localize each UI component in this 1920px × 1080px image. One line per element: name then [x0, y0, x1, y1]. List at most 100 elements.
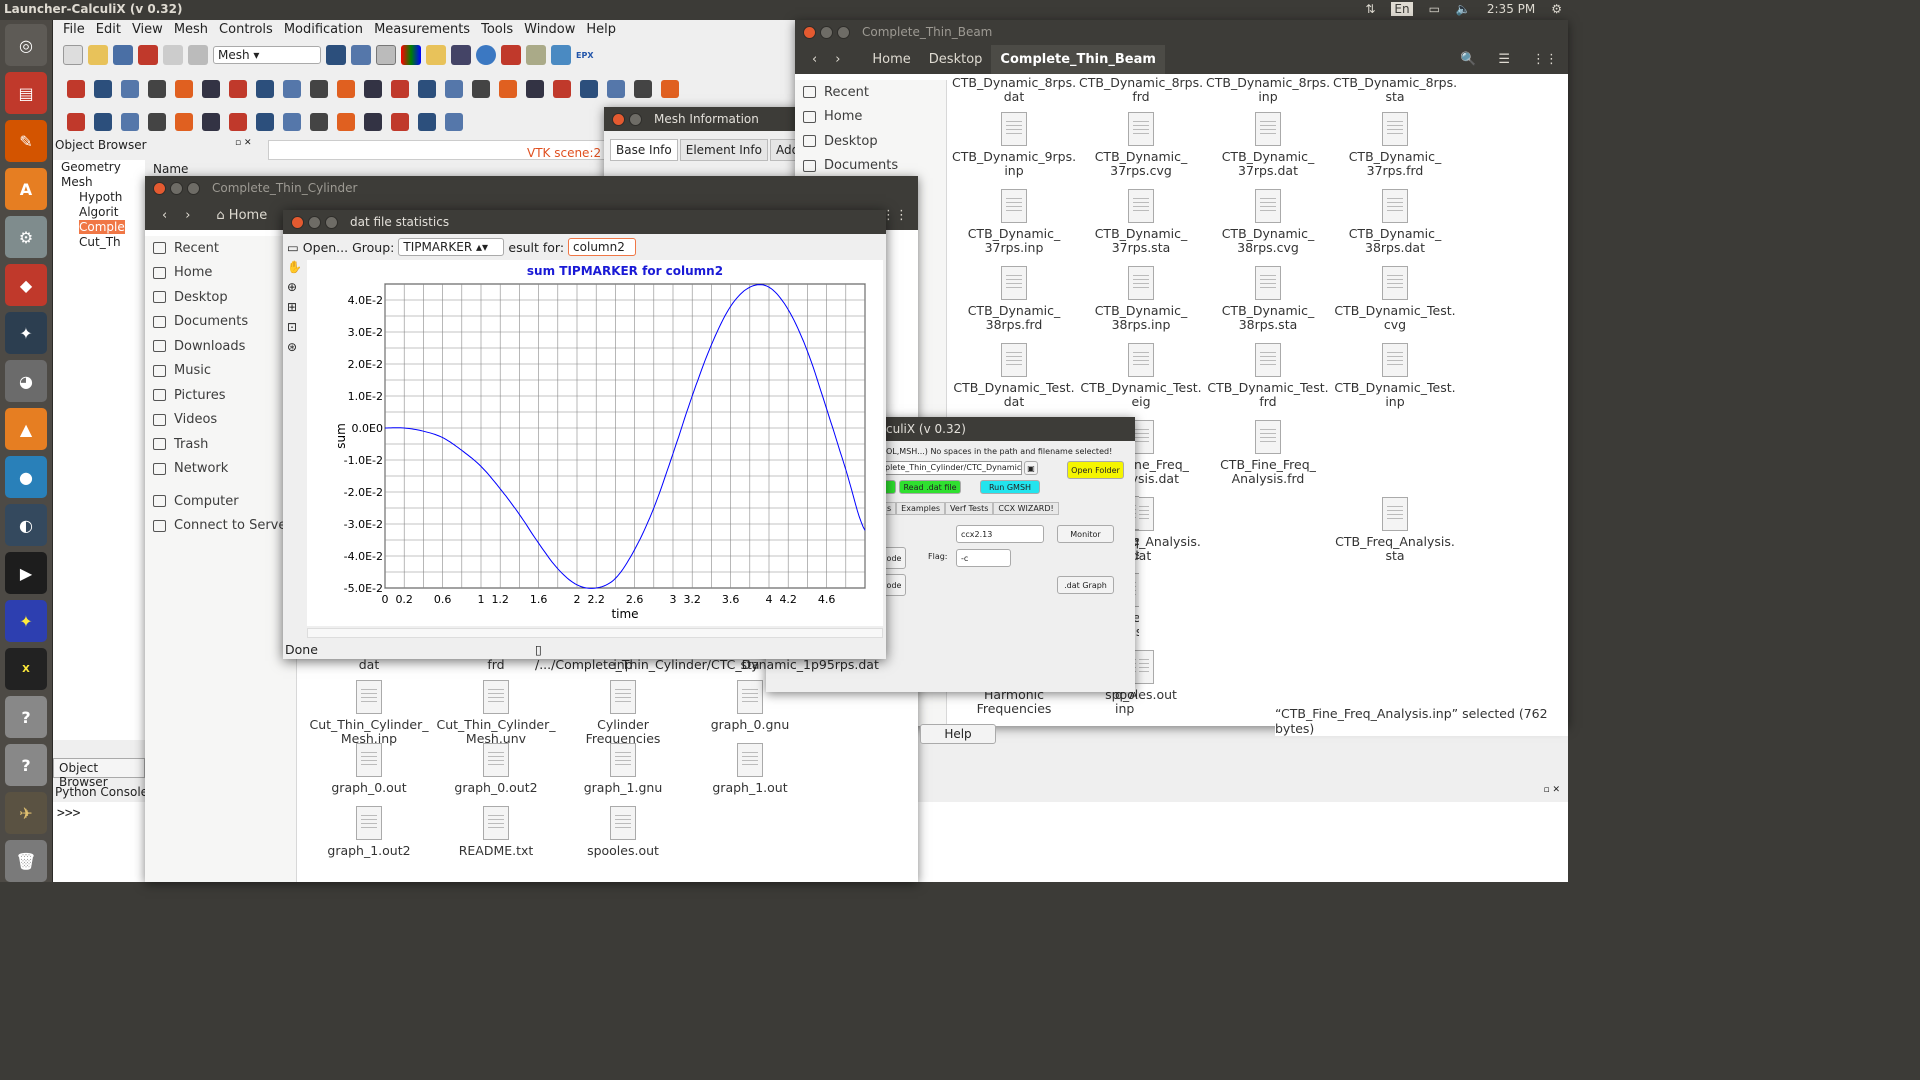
file-item[interactable]: CTB_Dynamic_ 37rps.cvg — [1079, 112, 1203, 178]
mesh-tool-icon[interactable] — [175, 80, 193, 98]
run-gmsh-button[interactable]: Run GMSH — [980, 480, 1040, 494]
vlc-icon[interactable]: ▲ — [5, 408, 47, 450]
file-item[interactable]: Cut_Thin_Cylinder_ Mesh.unv — [434, 680, 558, 746]
file-item[interactable]: CTB_Dynamic_8rps. inp — [1206, 76, 1330, 104]
gimp-icon[interactable]: ◕ — [5, 360, 47, 402]
minimize-icon[interactable] — [820, 25, 833, 39]
sidebar-item-connect-to-server[interactable]: Connect to Server — [145, 514, 296, 539]
close-icon[interactable] — [612, 112, 625, 126]
text-editor-icon[interactable]: ✎ — [5, 120, 47, 162]
result-select[interactable]: column2 — [568, 238, 637, 256]
sidebar-item-music[interactable]: Music — [145, 359, 296, 384]
file-item[interactable]: CTB_Dynamic_ 37rps.frd — [1333, 112, 1457, 178]
mesh-tool-icon[interactable] — [175, 113, 193, 131]
grid-view-icon[interactable]: ⋮⋮ — [1532, 52, 1558, 67]
paste-icon[interactable] — [188, 45, 208, 65]
mesh-tool-icon[interactable] — [121, 80, 139, 98]
yacs-icon[interactable] — [426, 45, 446, 65]
reset-zoom-icon[interactable]: ⊛ — [287, 340, 305, 354]
jobmanager-icon[interactable] — [451, 45, 471, 65]
back-icon[interactable]: ‹ — [153, 201, 176, 230]
language-indicator[interactable]: En — [1391, 2, 1413, 16]
mesh-tool-icon[interactable] — [661, 80, 679, 98]
open-button[interactable]: ▭ Open... — [287, 240, 348, 255]
breadcrumb-home[interactable]: ⌂ Home — [207, 201, 276, 230]
eclipse-icon[interactable]: ◐ — [5, 504, 47, 546]
file-item[interactable]: CTB_Dynamic_ 37rps.sta — [1079, 189, 1203, 255]
read-dat-button[interactable]: Read .dat file — [899, 480, 961, 494]
menu-mesh[interactable]: Mesh — [172, 20, 217, 40]
calculix-icon[interactable]: ✈ — [5, 792, 47, 834]
flag-select[interactable]: -c — [956, 549, 1011, 567]
file-item[interactable]: CTB_Dynamic_8rps. sta — [1333, 76, 1457, 104]
file-item[interactable]: CTB_Dynamic_ 38rps.sta — [1206, 266, 1330, 332]
menu-measurements[interactable]: Measurements — [372, 20, 479, 40]
tree-item[interactable]: Algorit — [53, 205, 145, 220]
mesh-tool-icon[interactable] — [445, 80, 463, 98]
file-item[interactable]: CTB_Dynamic_8rps. dat — [952, 76, 1076, 104]
group-select[interactable]: TIPMARKER ▴▾ — [398, 238, 505, 256]
file-item[interactable]: CTB_Dynamic_Test. cvg — [1333, 266, 1457, 332]
tab-0[interactable]: Base Info — [610, 139, 678, 161]
open-icon[interactable] — [88, 45, 108, 65]
link-icon[interactable] — [501, 45, 521, 65]
mesh-tool-icon[interactable] — [418, 80, 436, 98]
file-item[interactable]: CTB_Dynamic_9rps. inp — [952, 112, 1076, 178]
volume-icon[interactable]: 🔈 — [1456, 2, 1471, 16]
fiber-icon[interactable] — [526, 45, 546, 65]
ccx-version-select[interactable]: ccx2.13 — [956, 525, 1044, 543]
tree-item[interactable]: Comple — [53, 220, 145, 235]
file-item[interactable]: CTB_Dynamic_ 38rps.cvg — [1206, 189, 1330, 255]
name-column-header[interactable]: Name — [153, 162, 188, 176]
menu-view[interactable]: View — [130, 20, 172, 40]
file-item[interactable]: CTB_Dynamic_ 37rps.dat — [1206, 112, 1330, 178]
mesh-tool-icon[interactable] — [94, 80, 112, 98]
menu-file[interactable]: File — [61, 20, 94, 40]
close-doc-icon[interactable] — [138, 45, 158, 65]
mesh-tool-icon[interactable] — [472, 80, 490, 98]
monitor-button[interactable]: Monitor — [1057, 525, 1114, 543]
sidebar-item-desktop[interactable]: Desktop — [145, 285, 296, 310]
minimize-icon[interactable] — [629, 112, 642, 126]
maximize-icon[interactable] — [187, 181, 200, 195]
help-button[interactable]: Help — [920, 724, 996, 744]
mesh-tool-icon[interactable] — [148, 113, 166, 131]
shaper-icon[interactable] — [351, 45, 371, 65]
file-item[interactable]: CTB_Dynamic_ 38rps.inp — [1079, 266, 1203, 332]
save-icon[interactable] — [113, 45, 133, 65]
object-browser-tab[interactable]: Object Browser — [53, 758, 145, 789]
mesh-tool-icon[interactable] — [499, 80, 517, 98]
file-item[interactable]: graph_1.gnu — [561, 743, 685, 795]
search-icon[interactable]: 🔍 — [1460, 52, 1476, 67]
sidebar-item-pictures[interactable]: Pictures — [145, 383, 296, 408]
file-item[interactable]: CTB_Dynamic_Test. inp — [1333, 343, 1457, 409]
file-item[interactable]: Cut_Thin_Cylinder_ Mesh.inp — [307, 680, 431, 746]
mesh-tool-icon[interactable] — [148, 80, 166, 98]
file-item[interactable]: graph_0.out — [307, 743, 431, 795]
mesh-tool-icon[interactable] — [607, 80, 625, 98]
file-item[interactable]: CTB_Dynamic_Test. eig — [1079, 343, 1203, 409]
file-item[interactable]: CTB_Dynamic_ 38rps.dat — [1333, 189, 1457, 255]
menu-help[interactable]: Help — [584, 20, 625, 40]
sidebar-item-computer[interactable]: Computer — [145, 489, 296, 514]
mesh-tool-icon[interactable] — [121, 113, 139, 131]
mesh-tool-icon[interactable] — [391, 113, 409, 131]
file-item[interactable]: CTB_Freq_Analysis. sta — [1333, 497, 1457, 563]
sidebar-item-home[interactable]: Home — [795, 105, 946, 130]
forward-icon[interactable]: › — [176, 201, 199, 230]
zoom-box-icon[interactable]: ⊞ — [287, 300, 305, 314]
epx-button[interactable]: EPX — [576, 51, 594, 60]
hexa-icon[interactable] — [551, 45, 571, 65]
file-item[interactable]: CTB_Dynamic_Test. frd — [1206, 343, 1330, 409]
tree-item[interactable]: Mesh — [53, 175, 145, 190]
settings-icon[interactable]: ⚙ — [5, 216, 47, 258]
mesh-tool-icon[interactable] — [553, 80, 571, 98]
sidebar-item-documents[interactable]: Documents — [145, 310, 296, 335]
list-view-icon[interactable]: ☰ — [1498, 52, 1510, 67]
breadcrumb-2[interactable]: Complete_Thin_Beam — [991, 44, 1165, 74]
files-app-icon[interactable]: ▤ — [5, 72, 47, 114]
sidebar-item-documents[interactable]: Documents — [795, 154, 946, 179]
menu-edit[interactable]: Edit — [94, 20, 130, 40]
mesh-tool-icon[interactable] — [364, 113, 382, 131]
dat-graph-button[interactable]: .dat Graph — [1057, 576, 1114, 594]
